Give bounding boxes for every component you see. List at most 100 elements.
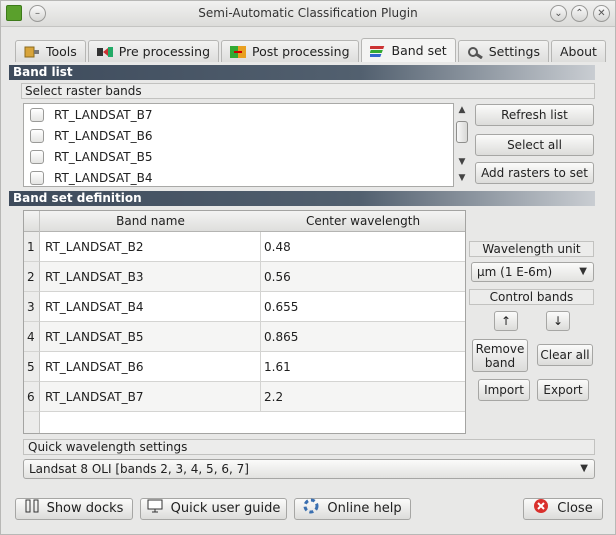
remove-band-label-2: band <box>484 356 516 370</box>
quick-wavelength-select[interactable]: Landsat 8 OLI [bands 2, 3, 4, 5, 6, 7] ▼ <box>23 459 595 479</box>
quick-user-guide-button[interactable]: Quick user guide <box>140 498 287 520</box>
table-corner <box>24 211 40 232</box>
table-row[interactable]: 1 RT_LANDSAT_B2 0.48 <box>24 232 465 262</box>
tab-settings[interactable]: Settings <box>457 40 549 62</box>
raster-name: RT_LANDSAT_B4 <box>54 170 153 185</box>
post-processing-icon <box>230 45 247 59</box>
wavelength-cell[interactable]: 0.655 <box>261 292 465 322</box>
close-icon <box>533 498 549 521</box>
tab-about[interactable]: About <box>550 40 606 62</box>
pre-processing-icon <box>96 45 113 59</box>
select-all-button[interactable]: Select all <box>475 134 594 156</box>
quick-user-guide-label: Quick user guide <box>170 501 281 516</box>
arrow-down-icon: ↓ <box>552 314 564 328</box>
list-item[interactable]: RT_LANDSAT_B4 <box>24 167 453 186</box>
close-button[interactable]: Close <box>523 498 603 520</box>
checkbox[interactable] <box>30 107 44 122</box>
tab-pre-processing[interactable]: Pre processing <box>87 40 220 62</box>
wavelength-unit-label: Wavelength unit <box>469 241 594 257</box>
band-set-table[interactable]: Band name Center wavelength 1 RT_LANDSAT… <box>23 210 466 434</box>
list-item[interactable]: RT_LANDSAT_B6 <box>24 125 453 146</box>
help-lifebuoy-icon <box>303 498 319 521</box>
tab-about-label: About <box>559 44 597 59</box>
refresh-list-button[interactable]: Refresh list <box>475 104 594 126</box>
quick-wavelength-label: Quick wavelength settings <box>23 439 595 455</box>
show-docks-label: Show docks <box>46 501 124 516</box>
remove-band-button[interactable]: Remove band <box>472 339 528 372</box>
checkbox[interactable] <box>30 128 44 143</box>
wavelength-cell[interactable]: 1.61 <box>261 352 465 382</box>
maximize-button[interactable]: ⌃ <box>571 5 588 22</box>
tab-bar: Tools Pre processing Post processing Ban… <box>15 38 608 62</box>
tools-icon <box>24 45 40 59</box>
wavelength-cell[interactable]: 0.48 <box>261 232 465 262</box>
scroll-up-icon[interactable]: ▲ <box>455 105 469 117</box>
scroll-thumb[interactable] <box>456 121 468 143</box>
arrow-up-icon: ↑ <box>500 314 512 328</box>
import-button[interactable]: Import <box>478 379 530 401</box>
tab-post-processing[interactable]: Post processing <box>221 40 359 62</box>
band-name-cell[interactable]: RT_LANDSAT_B2 <box>40 232 261 262</box>
export-button[interactable]: Export <box>537 379 589 401</box>
show-docks-button[interactable]: Show docks <box>15 498 133 520</box>
checkbox[interactable] <box>30 170 44 185</box>
minimize-button[interactable]: ⌄ <box>550 5 567 22</box>
wavelength-cell[interactable]: 0.865 <box>261 322 465 352</box>
control-bands-label: Control bands <box>469 289 594 305</box>
docks-icon <box>25 499 39 520</box>
tab-post-processing-label: Post processing <box>252 44 350 59</box>
online-help-label: Online help <box>327 501 402 516</box>
list-item[interactable]: RT_LANDSAT_B5 <box>24 146 453 167</box>
band-name-cell[interactable]: RT_LANDSAT_B5 <box>40 322 261 352</box>
row-number: 6 <box>24 382 40 412</box>
chevron-down-icon: ▼ <box>579 266 587 277</box>
tab-band-set-label: Band set <box>391 43 447 58</box>
scroll-down-icon[interactable]: ▼ <box>455 173 469 185</box>
scroll-down-icon[interactable]: ▼ <box>455 157 469 169</box>
band-name-cell[interactable]: RT_LANDSAT_B7 <box>40 382 261 412</box>
close-window-button[interactable]: ✕ <box>593 5 610 22</box>
band-set-icon <box>367 44 386 58</box>
band-list-header: Band list <box>9 65 595 80</box>
wavelength-cell[interactable]: 0.56 <box>261 262 465 292</box>
title-bar: – Semi-Automatic Classification Plugin ⌄… <box>1 1 615 27</box>
band-name-cell[interactable]: RT_LANDSAT_B6 <box>40 352 261 382</box>
table-header: Band name Center wavelength <box>24 211 465 232</box>
list-item[interactable]: RT_LANDSAT_B7 <box>24 104 453 125</box>
remove-band-label-1: Remove <box>475 342 525 356</box>
row-number: 1 <box>24 232 40 262</box>
settings-icon <box>467 45 483 59</box>
row-header-filler <box>24 412 40 433</box>
tab-band-set[interactable]: Band set <box>360 38 456 62</box>
add-rasters-button[interactable]: Add rasters to set <box>475 162 594 184</box>
row-number: 3 <box>24 292 40 322</box>
online-help-button[interactable]: Online help <box>294 498 411 520</box>
column-header-band-name[interactable]: Band name <box>40 214 261 228</box>
move-down-button[interactable]: ↓ <box>546 311 570 331</box>
raster-band-list[interactable]: RT_LANDSAT_B7 RT_LANDSAT_B6 RT_LANDSAT_B… <box>23 103 454 187</box>
row-number: 4 <box>24 322 40 352</box>
tab-pre-processing-label: Pre processing <box>118 44 211 59</box>
raster-name: RT_LANDSAT_B6 <box>54 128 153 143</box>
table-row[interactable]: 4 RT_LANDSAT_B5 0.865 <box>24 322 465 352</box>
wavelength-cell[interactable]: 2.2 <box>261 382 465 412</box>
raster-name: RT_LANDSAT_B5 <box>54 149 153 164</box>
table-row[interactable]: 2 RT_LANDSAT_B3 0.56 <box>24 262 465 292</box>
band-name-cell[interactable]: RT_LANDSAT_B4 <box>40 292 261 322</box>
wavelength-unit-select[interactable]: µm (1 E-6m) ▼ <box>471 262 594 282</box>
band-name-cell[interactable]: RT_LANDSAT_B3 <box>40 262 261 292</box>
window-title: Semi-Automatic Classification Plugin <box>198 6 418 20</box>
tab-tools[interactable]: Tools <box>15 40 86 62</box>
row-number: 2 <box>24 262 40 292</box>
table-row[interactable]: 5 RT_LANDSAT_B6 1.61 <box>24 352 465 382</box>
column-header-center-wavelength[interactable]: Center wavelength <box>261 214 465 228</box>
table-row[interactable]: 3 RT_LANDSAT_B4 0.655 <box>24 292 465 322</box>
clear-all-button[interactable]: Clear all <box>537 344 593 366</box>
raster-list-scrollbar[interactable]: ▲ ▼ ▼ <box>455 103 469 187</box>
raster-name: RT_LANDSAT_B7 <box>54 107 153 122</box>
tab-settings-label: Settings <box>488 44 540 59</box>
table-row[interactable]: 6 RT_LANDSAT_B7 2.2 <box>24 382 465 412</box>
quick-wavelength-value: Landsat 8 OLI [bands 2, 3, 4, 5, 6, 7] <box>29 462 249 476</box>
checkbox[interactable] <box>30 149 44 164</box>
move-up-button[interactable]: ↑ <box>494 311 518 331</box>
